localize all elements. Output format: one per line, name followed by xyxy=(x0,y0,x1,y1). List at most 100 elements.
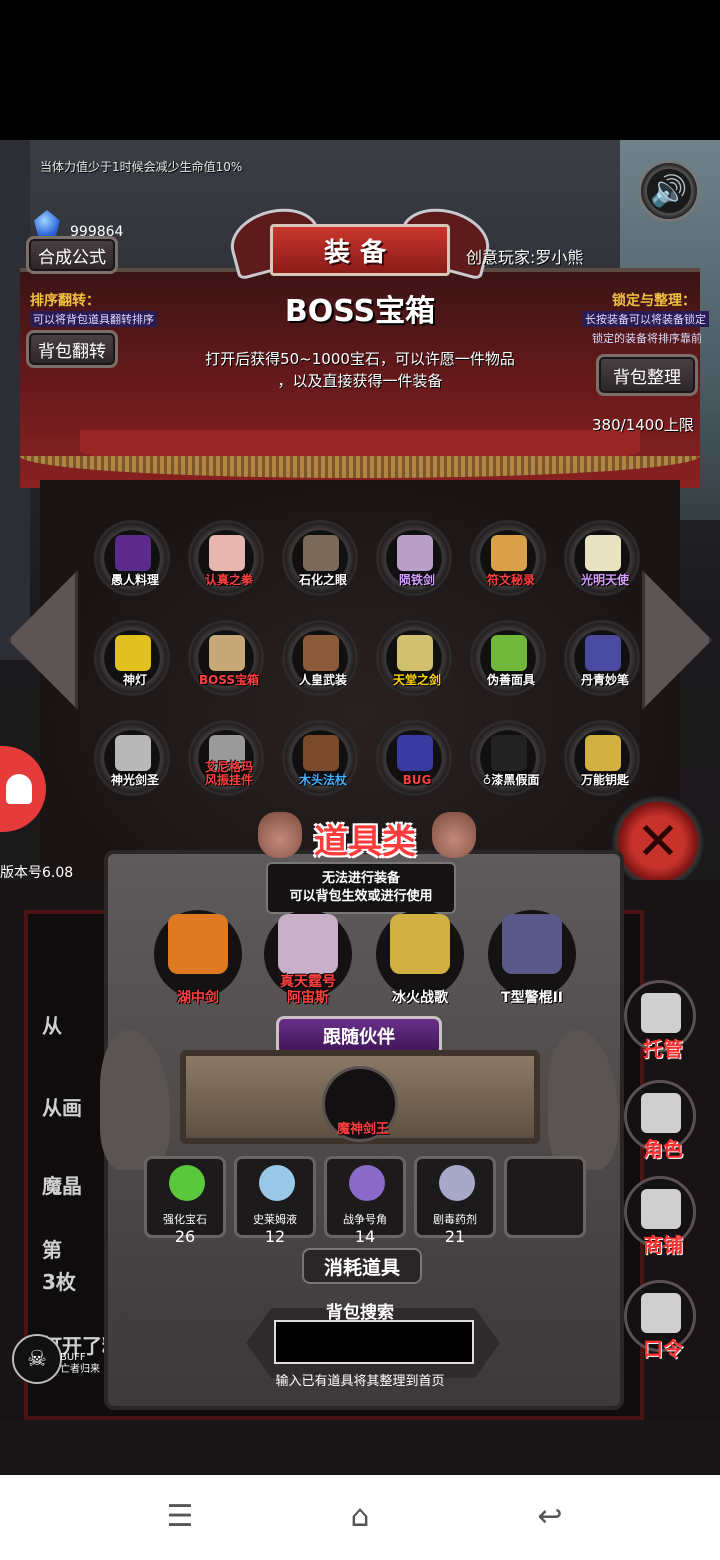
inventory-item[interactable]: 石化之眼 xyxy=(282,520,358,596)
tool-item[interactable]: 湖中剑 xyxy=(154,910,242,1006)
item-art-icon xyxy=(491,735,527,771)
bag-flip-button[interactable]: 背包翻转 xyxy=(26,330,118,368)
close-button[interactable]: ✕ xyxy=(612,796,704,888)
bag-capacity: 380/1400上限 xyxy=(592,416,694,434)
inventory-item[interactable]: 万能钥匙 xyxy=(564,720,640,796)
consumable-slot[interactable]: 剧毒药剂 21 xyxy=(414,1156,496,1246)
item-label: 天堂之剑 xyxy=(392,673,441,687)
item-art-icon xyxy=(585,735,621,771)
close-icon: ✕ xyxy=(636,812,680,872)
tool-art-icon xyxy=(278,914,338,974)
item-art-icon xyxy=(115,735,151,771)
item-art-icon xyxy=(491,635,527,671)
consumable-count: 14 xyxy=(354,1227,376,1246)
buff-label: BUFF 亡者归来 xyxy=(60,1352,100,1376)
item-art-icon xyxy=(303,535,339,571)
consumable-slot[interactable]: 强化宝石 26 xyxy=(144,1156,226,1246)
item-art-icon xyxy=(397,535,433,571)
tools-title: 道具类 xyxy=(314,821,416,862)
bag-search-input[interactable] xyxy=(274,1320,474,1364)
inventory-item[interactable]: 神光剑圣 xyxy=(94,720,170,796)
item-art-icon xyxy=(397,635,433,671)
home-icon[interactable]: ⌂ xyxy=(340,1499,380,1535)
side-button[interactable]: 托管 xyxy=(624,980,696,1061)
inventory-item[interactable]: 天堂之剑 xyxy=(376,620,452,696)
log-line: 魔晶 xyxy=(42,1174,82,1198)
money-bag-icon xyxy=(432,812,476,858)
inventory-item[interactable]: 愚人料理 xyxy=(94,520,170,596)
side-button[interactable]: 角色 xyxy=(624,1080,696,1161)
version-label: 版本号6.08 xyxy=(0,865,74,881)
selected-item-desc-line2: ，以及直接获得一件装备 xyxy=(277,372,443,390)
item-label: BUG xyxy=(402,773,432,787)
tool-item[interactable]: T型警棍II xyxy=(488,910,576,1006)
inventory-item[interactable]: BUG xyxy=(376,720,452,796)
consumable-slot[interactable] xyxy=(504,1156,586,1238)
item-art-icon xyxy=(397,735,433,771)
inventory-item[interactable]: ♁漆黑假面 xyxy=(470,720,546,796)
side-button[interactable]: 口令 xyxy=(624,1280,696,1361)
inventory-item[interactable]: 木头法杖 xyxy=(282,720,358,796)
item-label: 符文秘录 xyxy=(486,573,535,587)
item-label: 神灯 xyxy=(122,673,147,687)
tool-item[interactable]: 真天霆号 阿宙斯 xyxy=(264,910,352,1006)
tool-item[interactable]: 冰火战歌 xyxy=(376,910,464,1006)
inventory-item[interactable]: 陨铁剑 xyxy=(376,520,452,596)
selected-item-desc: 打开后获得50~1000宝石，可以许愿一件物品 ，以及直接获得一件装备 xyxy=(160,348,560,392)
tools-desc-line1: 无法进行装备 xyxy=(321,871,400,886)
inventory-item[interactable]: 认真之拳 xyxy=(188,520,264,596)
money-bag-icon xyxy=(258,812,302,858)
consumable-count: 21 xyxy=(444,1227,466,1246)
partner-name: 魔神剑王 xyxy=(336,1122,389,1137)
consumable-art-icon xyxy=(259,1165,295,1201)
inventory-item[interactable]: 艾尼格玛 风振挂件 xyxy=(188,720,264,796)
consumable-label: 强化宝石 xyxy=(163,1213,207,1226)
search-hint: 输入已有道具将其整理到首页 xyxy=(275,1374,445,1389)
skull-icon[interactable]: ☠ xyxy=(12,1334,62,1384)
game-screen: 当体力值少于1时候会减少生命值10% 999864 🔊 装备 创意玩家:罗小熊 … xyxy=(0,140,720,1475)
item-art-icon xyxy=(303,635,339,671)
inventory-item[interactable]: 神灯 xyxy=(94,620,170,696)
speaker-icon: 🔊 xyxy=(650,173,688,209)
selected-item-title: BOSS宝箱 xyxy=(284,294,436,329)
tool-label: 冰火战歌 xyxy=(392,990,448,1006)
inventory-item[interactable]: 光明天使 xyxy=(564,520,640,596)
partner-slot[interactable]: 魔神剑王 xyxy=(322,1066,398,1142)
bag-sort-button[interactable]: 背包整理 xyxy=(596,354,698,396)
selected-item-desc-line1: 打开后获得50~1000宝石，可以许愿一件物品 xyxy=(205,350,515,368)
sound-button[interactable]: 🔊 xyxy=(638,160,700,222)
inventory-item[interactable]: 符文秘录 xyxy=(470,520,546,596)
item-label: 万能钥匙 xyxy=(580,773,629,787)
consumable-label: 战争号角 xyxy=(343,1213,387,1226)
item-label: 丹青妙笔 xyxy=(580,673,629,687)
side-button[interactable]: 商铺 xyxy=(624,1176,696,1257)
consumable-slot[interactable]: 战争号角 14 xyxy=(324,1156,406,1246)
inventory-item[interactable]: BOSS宝箱 xyxy=(188,620,264,696)
item-art-icon xyxy=(209,535,245,571)
inventory-item[interactable]: 丹青妙笔 xyxy=(564,620,640,696)
item-art-icon xyxy=(303,735,339,771)
consume-items-button[interactable]: 消耗道具 xyxy=(302,1248,422,1284)
tool-label: 真天霆号 阿宙斯 xyxy=(280,974,336,1006)
consumable-art-icon xyxy=(349,1165,385,1201)
item-label: ♁漆黑假面 xyxy=(482,773,540,787)
side-button-label: 角色 xyxy=(643,1137,683,1161)
synthesis-formula-button[interactable]: 合成公式 xyxy=(26,236,118,274)
consumable-slot[interactable]: 史莱姆液 12 xyxy=(234,1156,316,1246)
item-label: 认真之拳 xyxy=(204,573,253,587)
user-icon xyxy=(6,774,32,804)
menu-icon[interactable]: ☰ xyxy=(160,1499,200,1535)
inventory-item[interactable]: 伪善面具 xyxy=(470,620,546,696)
inventory-item[interactable]: 人皇武装 xyxy=(282,620,358,696)
status-bar-area xyxy=(0,0,720,140)
tool-label: T型警棍II xyxy=(501,990,563,1006)
tool-art-icon xyxy=(390,914,450,974)
back-icon[interactable]: ↩ xyxy=(530,1499,570,1535)
log-line: 从 xyxy=(42,1014,62,1038)
tool-art-icon xyxy=(502,914,562,974)
page-title: 装备 xyxy=(270,224,450,276)
item-art-icon xyxy=(491,535,527,571)
tool-label: 湖中剑 xyxy=(177,990,219,1006)
item-label: 愚人料理 xyxy=(110,573,159,587)
item-label: BOSS宝箱 xyxy=(198,673,260,687)
